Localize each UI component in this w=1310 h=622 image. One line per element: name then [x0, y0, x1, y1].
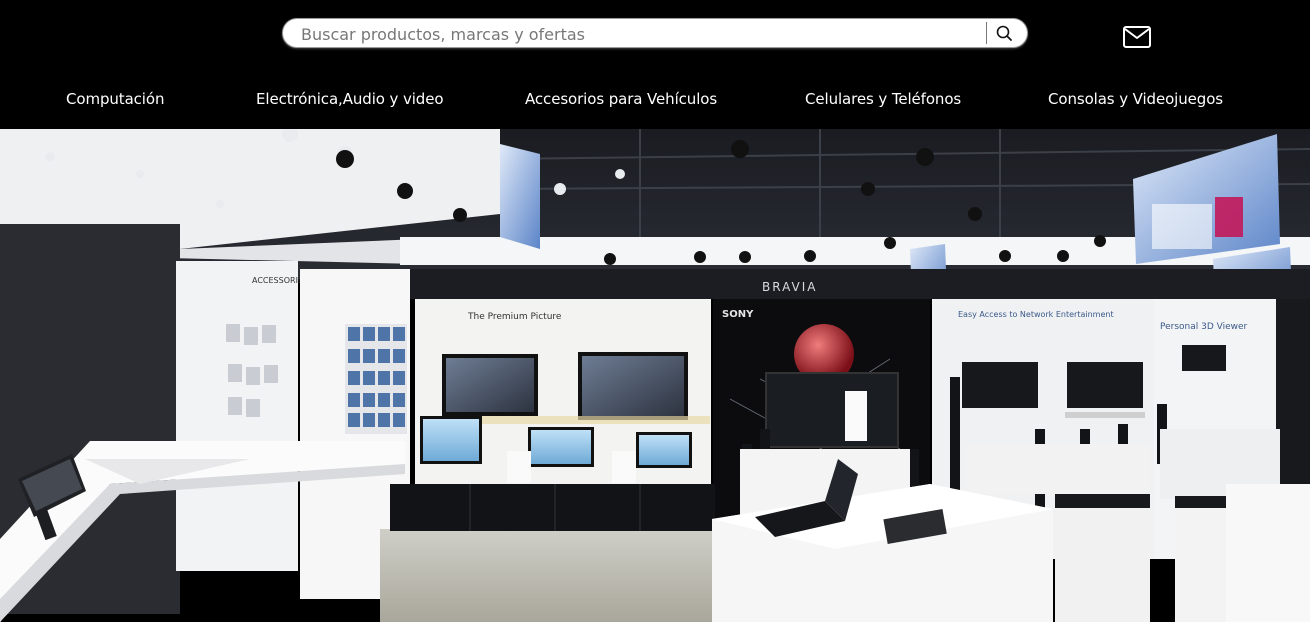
nav-item-accesorios-vehiculos[interactable]: Accesorios para Vehículos — [525, 90, 717, 108]
store-interior-illustration: ACCESSORIES BRAVIA The Premium Picture S… — [0, 129, 1310, 622]
accessories-sign: ACCESSORIES — [252, 276, 308, 285]
network-entertainment-sign: Easy Access to Network Entertainment — [958, 310, 1114, 319]
site-header: Computación Electrónica,Audio y video Ac… — [0, 0, 1310, 129]
mail-button[interactable] — [1123, 26, 1151, 48]
search-divider — [986, 22, 987, 44]
hero-store-image: ACCESSORIES BRAVIA The Premium Picture S… — [0, 129, 1310, 622]
search-button[interactable] — [991, 21, 1017, 45]
search-bar — [282, 18, 1028, 49]
category-nav: Computación Electrónica,Audio y video Ac… — [0, 90, 1310, 112]
nav-item-electronica[interactable]: Electrónica,Audio y video — [256, 90, 444, 108]
search-input[interactable] — [299, 19, 993, 49]
nav-item-consolas[interactable]: Consolas y Videojuegos — [1048, 90, 1223, 108]
mail-icon — [1123, 26, 1151, 48]
search-icon — [996, 25, 1012, 41]
3d-viewer-sign: Personal 3D Viewer — [1160, 322, 1248, 332]
nav-item-computacion[interactable]: Computación — [66, 90, 164, 108]
sony-sign: SONY — [722, 309, 754, 320]
bravia-sign: BRAVIA — [762, 280, 817, 294]
nav-item-celulares[interactable]: Celulares y Teléfonos — [805, 90, 961, 108]
premium-picture-sign: The Premium Picture — [467, 312, 562, 322]
